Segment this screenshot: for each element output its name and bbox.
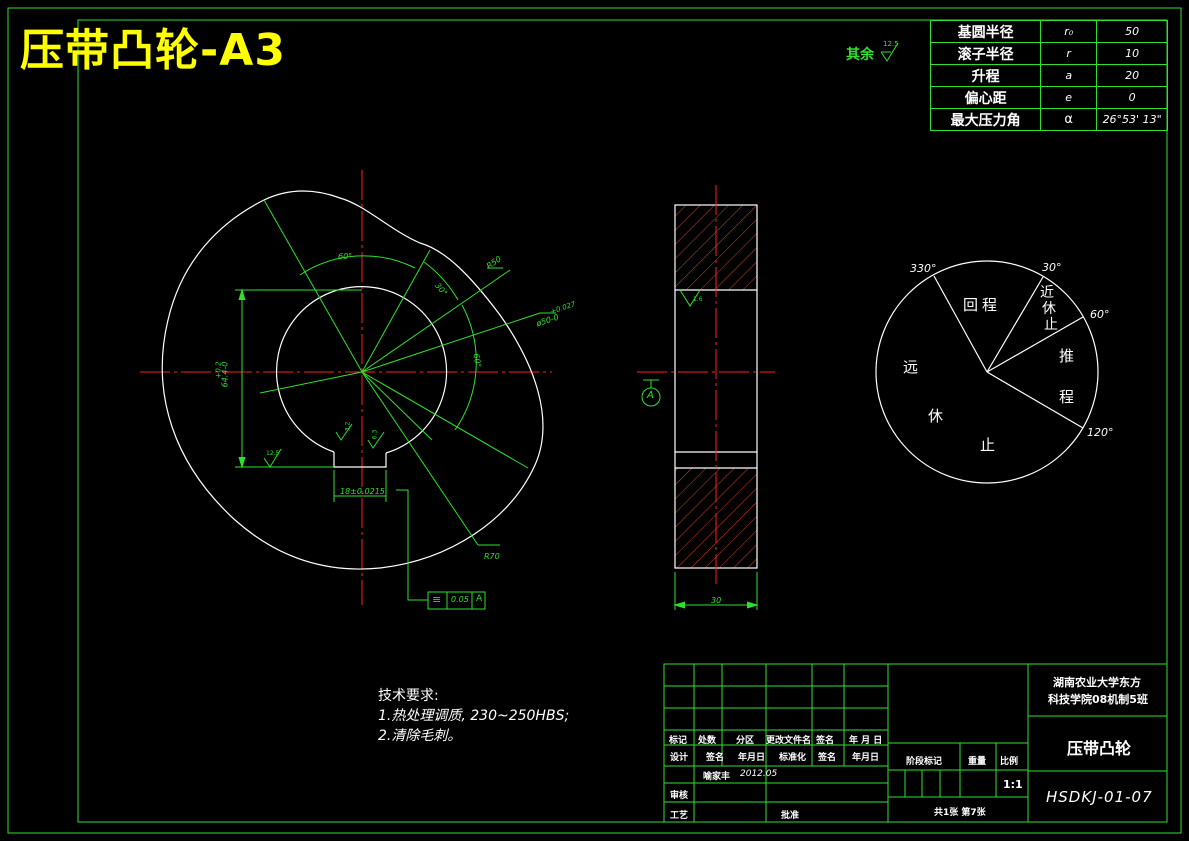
motion-angle-120: 120°: [1087, 426, 1114, 439]
tb-h-sign: 签名: [816, 736, 835, 746]
segment-far-dwell-3: 止: [980, 436, 996, 454]
param-name: 基圆半径: [929, 20, 1042, 43]
param-row: 基圆半径 r₀ 50: [929, 20, 1168, 43]
tb-school-1: 湖南农业大学东方: [1053, 676, 1141, 689]
segment-far-dwell-1: 远: [903, 358, 919, 376]
segment-push-2: 程: [1059, 388, 1075, 406]
param-value: 20: [1096, 64, 1168, 87]
keyway-label: 18±0.0215: [340, 487, 385, 496]
tb-h-mark: 标记: [669, 736, 688, 746]
tb-design-date: 年月日: [738, 753, 766, 763]
param-name: 滚子半径: [929, 42, 1042, 65]
tb-design-sign: 签名: [706, 753, 725, 763]
param-row: 最大压力角 α 26°53' 13": [929, 108, 1168, 131]
tb-scale-label: 比例: [1000, 757, 1019, 767]
keyway: [333, 452, 387, 468]
ray-r50: [361, 312, 541, 373]
ray-330: [263, 199, 363, 373]
segment-near-dwell-3: 止: [1044, 317, 1058, 333]
tb-approve: 批准: [781, 811, 800, 821]
param-row: 升程 a 20: [929, 64, 1168, 87]
tb-h-date: 年 月 日: [849, 736, 883, 746]
roughness-note-label: 其余: [846, 47, 874, 63]
r70-label: R70: [484, 552, 500, 561]
tb-stage-mark: 阶段标记: [906, 757, 943, 767]
tech-item: 1.热处理调质, 230~250HBS;: [378, 708, 570, 724]
tb-standard: 标准化: [779, 753, 807, 763]
param-value: 26°53' 13": [1096, 108, 1168, 131]
tb-h-count: 处数: [698, 736, 717, 746]
tech-requirements: 技术要求: 1.热处理调质, 230~250HBS; 2.清除毛刺。: [378, 686, 569, 746]
arc-60: [299, 255, 416, 276]
side-roughness-label: 1.6: [693, 296, 703, 303]
param-row: 滚子半径 r 10: [929, 42, 1168, 65]
tolerance-datum: A: [476, 594, 483, 604]
tb-scale: 1:1: [1003, 778, 1023, 791]
roughness-note-value: 12.5: [883, 40, 899, 48]
tb-sheets: 共1张 第7张: [934, 808, 986, 818]
motion-angle-30: 30°: [1042, 261, 1062, 274]
param-value: 10: [1096, 42, 1168, 65]
outer-frame: [7, 7, 1182, 834]
tb-designer: 喻家丰: [703, 772, 731, 782]
tb-design: 设计: [670, 753, 689, 763]
tb-school-2: 科技学院08机制5班: [1048, 693, 1148, 706]
tolerance-value: 0.05: [451, 595, 469, 604]
tb-date: 2012.05: [740, 769, 778, 779]
tb-h-zone: 分区: [736, 736, 755, 746]
param-value: 0: [1096, 86, 1168, 109]
tb-std-sign: 签名: [818, 753, 837, 763]
drawing-title: 压带凸轮-A3: [20, 25, 286, 76]
param-symbol: e: [1040, 86, 1098, 109]
ray-r70: [361, 371, 479, 546]
param-name: 升程: [929, 64, 1042, 87]
param-symbol: r₀: [1040, 20, 1098, 43]
param-name: 最大压力角: [929, 108, 1042, 131]
tb-review: 审核: [670, 791, 689, 801]
inner-frame: [77, 19, 1168, 823]
tb-weight: 重量: [968, 757, 987, 767]
segment-push-1: 推: [1059, 347, 1075, 365]
dim-64-tol-label: +0.2: [214, 361, 223, 379]
tb-h-doc: 更改文件名: [766, 736, 812, 746]
roughness-12.5-label: 12.5: [266, 450, 280, 457]
angle-60-label: 60°: [338, 252, 353, 261]
cam-profile: [161, 190, 544, 570]
param-name: 偏心距: [929, 86, 1042, 109]
cam-side-view: [637, 185, 775, 610]
roughness-3.2-label: 3.2: [344, 421, 352, 432]
cam-parameter-table: 基圆半径 r₀ 50 滚子半径 r 10 升程 a 20 偏心距 e 0 最大压…: [929, 20, 1168, 131]
roughness-6.3-label: 6.3: [371, 429, 379, 440]
side-width-label: 30: [711, 596, 722, 605]
tech-item: 2.清除毛刺。: [378, 728, 462, 744]
ray-dim: [259, 371, 363, 394]
motion-angle-60: 60°: [1090, 308, 1110, 321]
param-symbol: α: [1040, 108, 1098, 131]
param-row: 偏心距 e 0: [929, 86, 1168, 109]
tb-part-name: 压带凸轮: [1067, 739, 1132, 758]
tb-std-date: 年月日: [852, 753, 880, 763]
param-symbol: r: [1040, 42, 1098, 65]
segment-far-dwell-2: 休: [928, 407, 944, 425]
cam-front-view: [140, 170, 556, 610]
param-symbol: a: [1040, 64, 1098, 87]
tech-heading: 技术要求:: [378, 688, 439, 704]
param-value: 50: [1096, 20, 1168, 43]
ray-30: [361, 249, 431, 373]
motion-angle-330: 330°: [910, 262, 937, 275]
tolerance-symbol: ≡: [432, 593, 442, 606]
segment-return: 回程: [963, 296, 1002, 314]
tb-drawing-no: HSDKJ-01-07: [1046, 788, 1153, 806]
tb-process: 工艺: [670, 811, 689, 821]
side-datum-label: A: [647, 390, 654, 401]
